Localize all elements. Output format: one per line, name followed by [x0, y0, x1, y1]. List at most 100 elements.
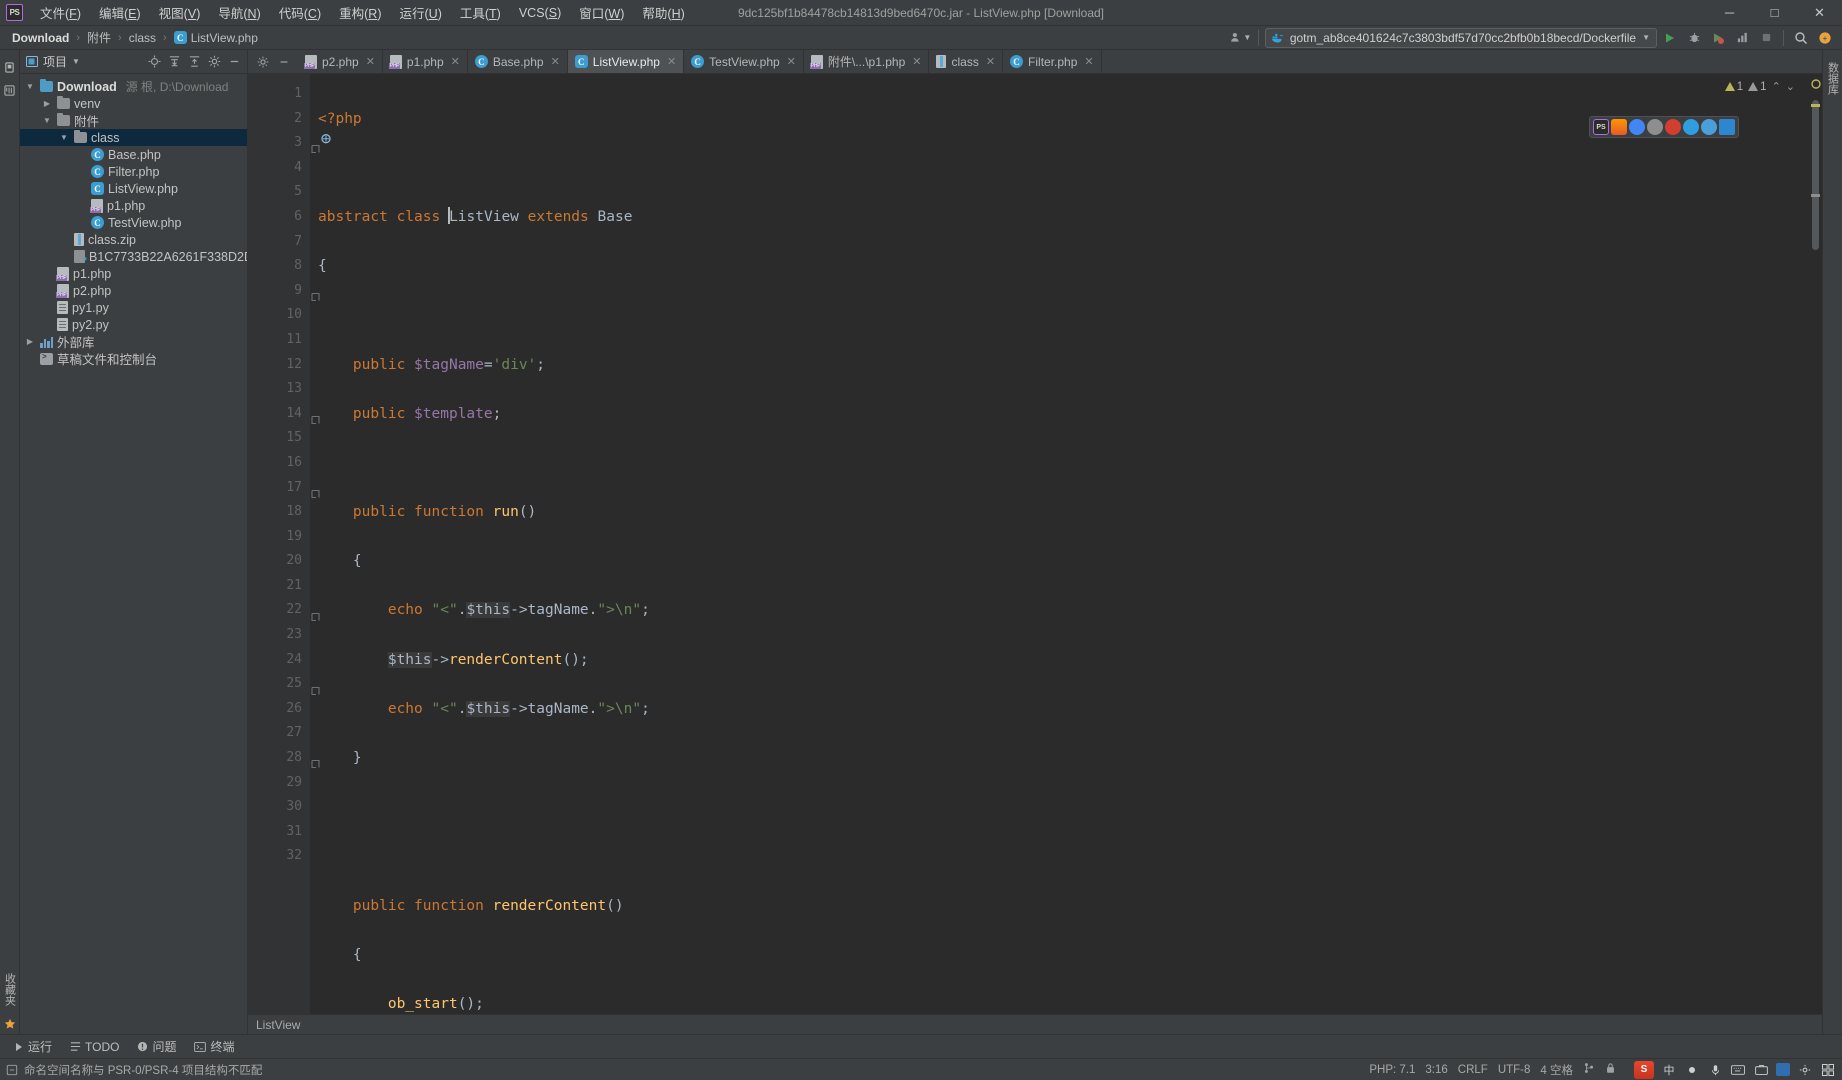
file-encoding[interactable]: UTF-8 [1498, 1064, 1531, 1076]
close-icon[interactable]: ✕ [366, 55, 375, 68]
indent-setting[interactable]: 4 空格 [1540, 1062, 1573, 1078]
line-number[interactable]: 23 [248, 623, 310, 648]
tree-node[interactable]: p1.php [20, 265, 247, 282]
close-icon[interactable]: ✕ [986, 55, 995, 68]
tree-node[interactable]: p1.php [20, 197, 247, 214]
tool-terminal[interactable]: 终端 [186, 1036, 242, 1057]
code-area[interactable]: <?php abstract class ListView extends Ba… [310, 74, 1809, 1014]
menu-edit[interactable]: 编辑(E) [90, 0, 150, 26]
hide-editor-icon[interactable] [274, 52, 293, 71]
tool-todo[interactable]: TODO [62, 1038, 127, 1056]
line-number[interactable]: 13 [248, 377, 310, 402]
line-number[interactable]: 4 [248, 156, 310, 181]
caret-position[interactable]: 3:16 [1425, 1064, 1447, 1076]
line-number[interactable]: 6 [248, 205, 310, 230]
tool-problems[interactable]: 问题 [129, 1036, 184, 1057]
line-number[interactable]: 1 [248, 82, 310, 107]
menu-help[interactable]: 帮助(H) [633, 0, 693, 26]
next-problem-icon[interactable]: ⌄ [1786, 80, 1795, 93]
notifications-icon[interactable]: + [1814, 28, 1836, 48]
blue-app-icon[interactable] [1776, 1063, 1790, 1076]
edge-icon[interactable] [1683, 119, 1699, 135]
line-number[interactable]: 15 [248, 426, 310, 451]
status-message[interactable]: 命名空间名称与 PSR-0/PSR-4 项目结构不匹配 [24, 1062, 262, 1078]
toolbox-icon[interactable] [1753, 1062, 1769, 1078]
weak-warning-count[interactable]: 1 [1748, 81, 1767, 93]
line-number[interactable]: 8 [248, 254, 310, 279]
chrome-icon[interactable] [1629, 119, 1645, 135]
tree-node[interactable]: ▼ 附件 [20, 112, 247, 129]
line-number[interactable]: 11 [248, 328, 310, 353]
line-number[interactable]: 5 [248, 180, 310, 205]
breadcrumb-item-0[interactable]: Download [6, 29, 75, 47]
firefox-icon[interactable] [1611, 119, 1627, 135]
tool-run[interactable]: 运行 [6, 1036, 60, 1057]
browser2-icon[interactable] [1701, 119, 1717, 135]
editor-tab[interactable]: class ✕ [929, 50, 1004, 73]
keyboard-icon[interactable] [1730, 1062, 1746, 1078]
editor-breadcrumb[interactable]: ListView [248, 1014, 1822, 1034]
menu-file[interactable]: 文件(F) [31, 0, 90, 26]
breadcrumb-item-3[interactable]: C ListView.php [168, 29, 264, 47]
chevron-right-icon[interactable]: ▶ [24, 337, 36, 346]
hide-panel-icon[interactable] [225, 52, 244, 71]
line-number[interactable]: 27 [248, 721, 310, 746]
line-number[interactable]: 19 [248, 525, 310, 550]
tool-window-stripe-structure[interactable] [2, 79, 18, 102]
editor-tab[interactable]: p1.php ✕ [383, 50, 468, 73]
menu-vcs[interactable]: VCS(S) [510, 2, 570, 24]
chevron-down-icon[interactable]: ▼ [41, 116, 53, 125]
search-icon[interactable] [1790, 28, 1812, 48]
tree-node[interactable]: C ListView.php [20, 180, 247, 197]
tree-node[interactable]: py1.py [20, 299, 247, 316]
line-number[interactable]: 28 [248, 746, 320, 771]
line-number[interactable]: 24 [248, 648, 310, 673]
user-icon[interactable]: ▼ [1230, 28, 1252, 48]
line-number[interactable]: 12 [248, 353, 310, 378]
close-icon[interactable]: ✕ [1084, 55, 1093, 68]
line-number[interactable]: 21 [248, 574, 310, 599]
line-number[interactable]: 32 [248, 844, 310, 869]
ime-mode-icon[interactable]: 中 [1661, 1062, 1677, 1078]
line-number[interactable]: 17 [248, 476, 320, 501]
sogou-logo-icon[interactable]: S [1634, 1060, 1654, 1079]
line-number[interactable]: 25 [248, 672, 320, 697]
collapse-all-icon[interactable] [185, 52, 204, 71]
ime-dot-icon[interactable] [1684, 1062, 1700, 1078]
ie-icon[interactable] [1665, 119, 1681, 135]
menu-run[interactable]: 运行(U) [390, 0, 450, 26]
line-number[interactable]: 9 [248, 279, 320, 304]
chevron-down-icon[interactable]: ▼ [24, 82, 36, 91]
line-number[interactable]: 10 [248, 303, 310, 328]
editor-tab[interactable]: 附件\...\p1.php ✕ [804, 50, 930, 73]
git-branch-icon[interactable] [1583, 1062, 1595, 1077]
locate-icon[interactable] [145, 52, 164, 71]
close-icon[interactable]: ✕ [451, 55, 460, 68]
lock-icon[interactable] [1605, 1062, 1616, 1077]
line-number[interactable]: 20 [248, 549, 310, 574]
tree-node[interactable]: p2.php [20, 282, 247, 299]
warning-marker[interactable] [1811, 194, 1820, 197]
minimize-button[interactable]: ─ [1707, 0, 1752, 26]
line-number[interactable]: 31 [248, 820, 310, 845]
project-title-group[interactable]: 项目 ▼ [26, 53, 80, 70]
editor-scrollbar[interactable] [1809, 74, 1822, 1014]
line-number[interactable]: 22 [248, 598, 320, 623]
close-icon[interactable]: ✕ [912, 55, 921, 68]
star-icon[interactable] [4, 1018, 16, 1030]
grid-icon[interactable] [1820, 1062, 1836, 1078]
line-number[interactable]: 26 [248, 697, 310, 722]
inspection-widget[interactable]: 1 1 ⌃ ⌄ [1724, 80, 1795, 93]
chevron-down-icon[interactable]: ▼ [58, 133, 70, 142]
close-icon[interactable]: ✕ [787, 55, 796, 68]
warning-count[interactable]: 1 [1724, 81, 1743, 93]
editor-tab[interactable]: C ListView.php ✕ [567, 50, 685, 73]
line-number[interactable]: 3 [248, 131, 331, 156]
microphone-icon[interactable] [1707, 1062, 1723, 1078]
tree-node[interactable]: C Base.php [20, 146, 247, 163]
line-number[interactable]: 16 [248, 451, 310, 476]
tree-node[interactable]: class.zip [20, 231, 247, 248]
warning-marker[interactable] [1811, 104, 1820, 107]
close-icon[interactable]: ✕ [667, 55, 676, 68]
line-number[interactable]: 18 [248, 500, 310, 525]
